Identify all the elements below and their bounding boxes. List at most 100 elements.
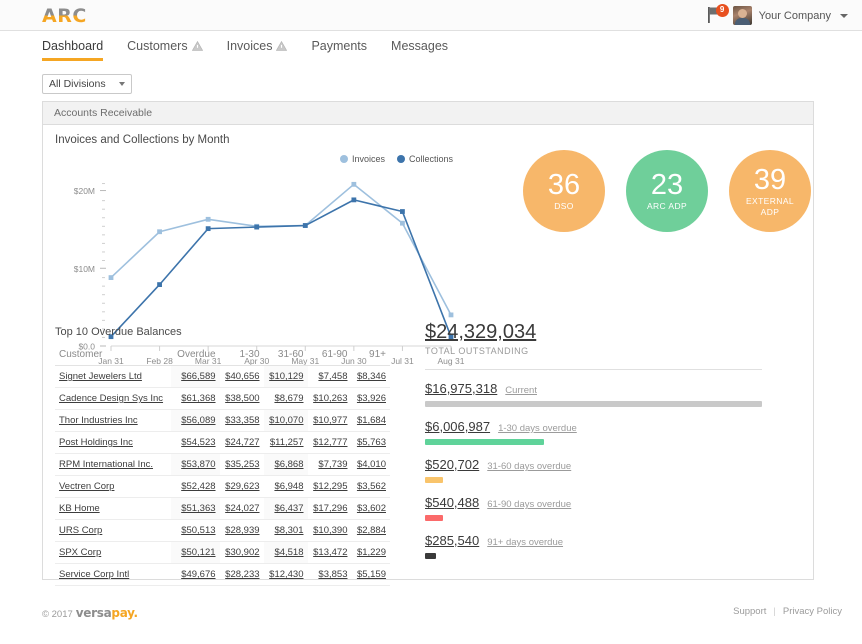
amount-link[interactable]: $3,602 — [357, 503, 386, 514]
amount-link[interactable]: $3,926 — [357, 393, 386, 404]
aging-bucket-label[interactable]: Current — [505, 385, 537, 396]
chart-data-point[interactable] — [351, 197, 357, 203]
amount-link[interactable]: $6,868 — [274, 459, 303, 470]
amount-link[interactable]: $2,884 — [357, 525, 386, 536]
amount-link[interactable]: $56,089 — [181, 415, 215, 426]
nav-item-messages[interactable]: Messages — [391, 39, 448, 61]
metric-circle-arc-adp[interactable]: 23 ARC ADP — [626, 150, 708, 232]
amount-link[interactable]: $33,358 — [225, 415, 259, 426]
amount-link[interactable]: $53,870 — [181, 459, 215, 470]
chart-data-point[interactable] — [302, 223, 308, 228]
amount-link[interactable]: $7,458 — [318, 371, 347, 382]
metric-circle-external-adp[interactable]: 39 EXTERNAL ADP — [729, 150, 811, 232]
amount-link[interactable]: $12,430 — [269, 569, 303, 580]
total-outstanding-amount[interactable]: $24,329,034 — [425, 321, 795, 344]
division-select[interactable]: All Divisions — [42, 74, 132, 94]
amount-link[interactable]: $10,129 — [269, 371, 303, 382]
customer-link[interactable]: Service Corp Intl — [59, 569, 129, 580]
amount-link[interactable]: $7,739 — [318, 459, 347, 470]
amount-link[interactable]: $52,428 — [181, 481, 215, 492]
customer-link[interactable]: SPX Corp — [59, 547, 101, 558]
chart-data-point[interactable] — [205, 226, 211, 232]
amount-link[interactable]: $3,562 — [357, 481, 386, 492]
amount-link[interactable]: $38,500 — [225, 393, 259, 404]
amount-link[interactable]: $10,070 — [269, 415, 303, 426]
amount-link[interactable]: $5,159 — [357, 569, 386, 580]
aging-bucket-label[interactable]: 61-90 days overdue — [487, 499, 571, 510]
aging-bucket-bar — [425, 477, 443, 483]
amount-link[interactable]: $12,777 — [313, 437, 347, 448]
amount-link[interactable]: $3,853 — [318, 569, 347, 580]
amount-link[interactable]: $51,363 — [181, 503, 215, 514]
customer-link[interactable]: KB Home — [59, 503, 100, 514]
amount-link[interactable]: $5,763 — [357, 437, 386, 448]
notifications-flag-button[interactable]: 9 — [707, 3, 729, 25]
amount-link[interactable]: $29,623 — [225, 481, 259, 492]
aging-bucket-amount[interactable]: $16,975,318 — [425, 381, 497, 396]
aging-bucket-amount[interactable]: $520,702 — [425, 457, 479, 472]
amount-link[interactable]: $28,939 — [225, 525, 259, 536]
nav-item-dashboard[interactable]: Dashboard — [42, 39, 104, 61]
amount-link[interactable]: $50,121 — [181, 547, 215, 558]
metric-circle-dso[interactable]: 36 DSO — [523, 150, 605, 232]
amount-link[interactable]: $6,948 — [274, 481, 303, 492]
amount-link[interactable]: $24,727 — [225, 437, 259, 448]
support-link[interactable]: Support — [733, 606, 766, 617]
chevron-down-icon[interactable] — [840, 13, 848, 18]
amount-link[interactable]: $35,253 — [225, 459, 259, 470]
amount-link[interactable]: $12,295 — [313, 481, 347, 492]
aging-bucket-label[interactable]: 91+ days overdue — [487, 537, 563, 548]
privacy-policy-link[interactable]: Privacy Policy — [783, 606, 842, 617]
chart-data-point[interactable] — [157, 282, 162, 287]
customer-link[interactable]: Thor Industries Inc — [59, 415, 138, 426]
customer-link[interactable]: URS Corp — [59, 525, 102, 536]
amount-link[interactable]: $66,589 — [181, 371, 215, 382]
aging-bucket-amount[interactable]: $540,488 — [425, 495, 479, 510]
customer-link[interactable]: Signet Jewelers Ltd — [59, 371, 142, 382]
amount-link[interactable]: $54,523 — [181, 437, 215, 448]
amount-link[interactable]: $1,684 — [357, 415, 386, 426]
arc-logo[interactable]: ARC — [42, 5, 102, 27]
amount-link[interactable]: $49,676 — [181, 569, 215, 580]
aging-bucket-amount[interactable]: $6,006,987 — [425, 419, 490, 434]
amount-link[interactable]: $40,656 — [225, 371, 259, 382]
chart-data-point[interactable] — [351, 181, 357, 187]
amount-link[interactable]: $10,390 — [313, 525, 347, 536]
amount-link[interactable]: $11,257 — [270, 437, 304, 448]
amount-link[interactable]: $10,977 — [313, 415, 347, 426]
customer-link[interactable]: Vectren Corp — [59, 481, 114, 492]
aging-bucket-amount[interactable]: $285,540 — [425, 533, 479, 548]
amount-link[interactable]: $24,027 — [225, 503, 259, 514]
chart-data-point[interactable] — [157, 229, 162, 235]
amount-link[interactable]: $28,233 — [225, 569, 259, 580]
amount-link[interactable]: $50,513 — [181, 525, 215, 536]
aging-bucket-label[interactable]: 31-60 days overdue — [487, 461, 571, 472]
nav-item-payments[interactable]: Payments — [311, 39, 367, 61]
amount-link[interactable]: $61,368 — [181, 393, 215, 404]
amount-link[interactable]: $8,679 — [274, 393, 303, 404]
customer-link[interactable]: Cadence Design Sys Inc — [59, 393, 163, 404]
customer-link[interactable]: Post Holdings Inc — [59, 437, 133, 448]
chart-data-point[interactable] — [205, 216, 211, 222]
chart-data-point[interactable] — [400, 209, 405, 214]
amount-link[interactable]: $4,010 — [357, 459, 386, 470]
avatar[interactable] — [732, 6, 752, 25]
nav-item-invoices[interactable]: Invoices — [227, 39, 288, 61]
chart-data-point[interactable] — [254, 224, 260, 230]
amount-link[interactable]: $8,346 — [357, 371, 386, 382]
amount-link[interactable]: $6,437 — [274, 503, 303, 514]
customer-link[interactable]: RPM International Inc. — [59, 459, 153, 470]
amount-link[interactable]: $4,518 — [274, 547, 303, 558]
amount-link[interactable]: $10,263 — [313, 393, 347, 404]
chart-data-point[interactable] — [400, 220, 405, 226]
amount-link[interactable]: $13,472 — [313, 547, 347, 558]
amount-link[interactable]: $30,902 — [225, 547, 259, 558]
chart-data-point[interactable] — [108, 275, 114, 280]
legend-item[interactable]: Collections — [396, 154, 453, 164]
nav-item-customers[interactable]: Customers — [127, 39, 203, 61]
amount-link[interactable]: $8,301 — [274, 525, 303, 536]
legend-item[interactable]: Invoices — [339, 154, 385, 164]
aging-bucket-label[interactable]: 1-30 days overdue — [498, 423, 577, 434]
amount-link[interactable]: $17,296 — [313, 503, 347, 514]
amount-link[interactable]: $1,229 — [357, 547, 386, 558]
